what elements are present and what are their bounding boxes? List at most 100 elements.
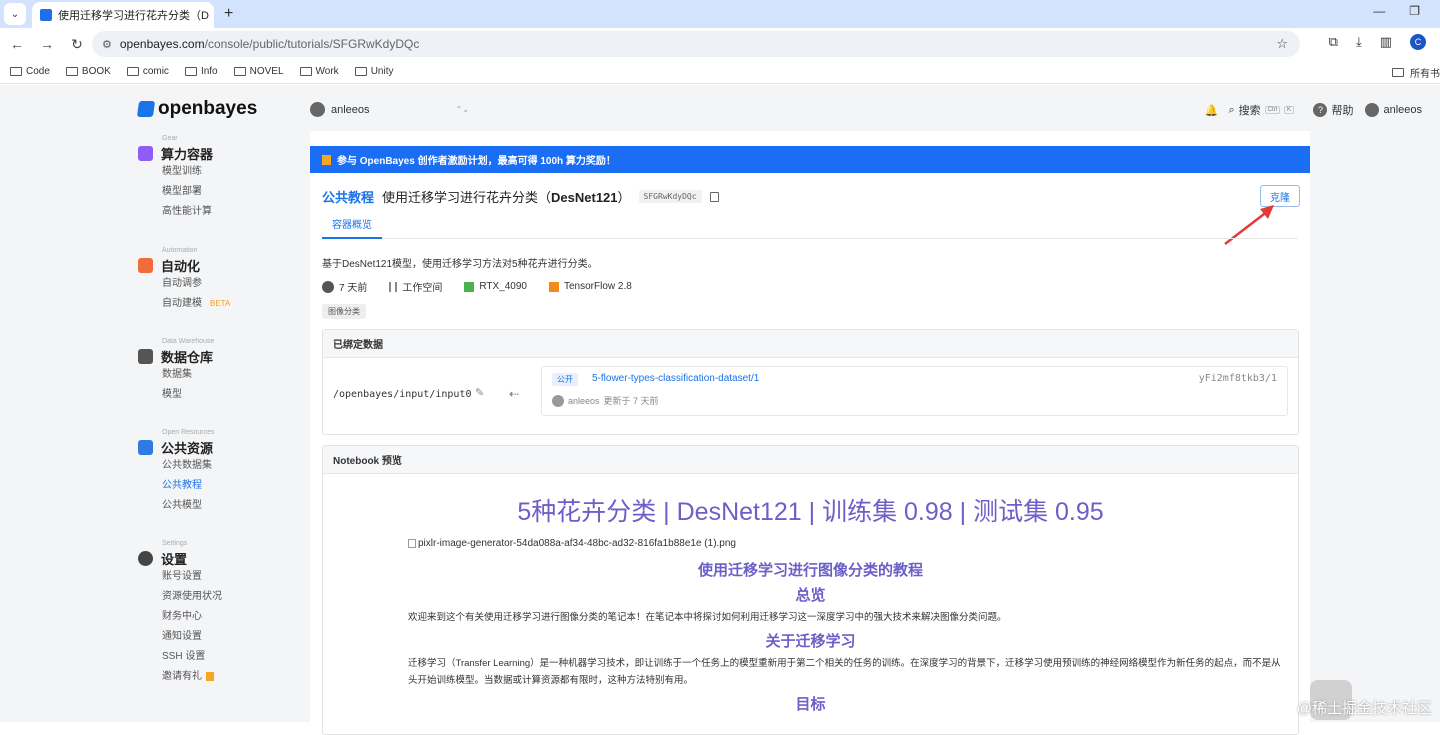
sidebar-item-public-datasets[interactable]: 公共数据集 <box>162 456 215 476</box>
sidebar-heading-automation[interactable]: 自动化 <box>138 256 232 274</box>
bookmark-info[interactable]: Info <box>184 66 218 77</box>
browser-tab[interactable]: 使用迁移学习进行花卉分类（D ✕ <box>32 2 214 28</box>
gear-icon <box>138 550 153 566</box>
bookmark-unity[interactable]: Unity <box>354 66 393 77</box>
notebook-preview-header: Notebook 预览 <box>323 446 1298 474</box>
sidebar: openbayes Gear 算力容器 模型训练 模型部署 高性能计算 Auto… <box>0 85 300 722</box>
sidebar-heading-public[interactable]: 公共资源 <box>138 438 215 456</box>
side-panel-icon[interactable]: ▥ <box>1380 34 1392 50</box>
beta-badge: BETA <box>208 299 233 308</box>
gift-icon <box>206 671 214 681</box>
meta-framework: TensorFlow 2.8 <box>548 281 632 292</box>
bookmark-book[interactable]: BOOK <box>65 66 111 77</box>
account-menu[interactable]: anleeos <box>1365 103 1422 117</box>
dataset-card[interactable]: 公开 5-flower-types-classification-dataset… <box>541 366 1288 416</box>
page-title-row: 公共教程 使用迁移学习进行花卉分类（DesNet121） SFGRwKdyDQc <box>322 187 719 206</box>
sidebar-item-training[interactable]: 模型训练 <box>162 162 213 182</box>
openbayes-logo[interactable]: openbayes <box>136 98 257 120</box>
sidebar-item-models[interactable]: 模型 <box>162 385 214 405</box>
browser-tab-bar: ⌄ 使用迁移学习进行花卉分类（D ✕ + — ❐ <box>0 0 1440 28</box>
tab-overview[interactable]: 容器概览 <box>322 216 382 239</box>
download-icon[interactable]: ⤓ <box>1356 34 1362 50</box>
cube-icon <box>138 145 153 161</box>
header-search-area: 🔔 ⌕ 搜索 Ctrl K <box>1205 102 1294 118</box>
notebook-subheading-about: 关于迁移学习 <box>765 633 856 650</box>
folder-icon <box>184 67 197 76</box>
folder-icon <box>126 67 139 76</box>
dataset-owner: anleeos 更新于 7 天前 <box>552 394 659 407</box>
sidebar-section-public: Open Resources 公共资源 公共数据集 公共教程 公共模型 <box>138 429 215 516</box>
dataset-link[interactable]: 5-flower-types-classification-dataset/1 <box>592 373 759 384</box>
profile-avatar[interactable]: C <box>1410 34 1426 50</box>
sidebar-item-hpc[interactable]: 高性能计算 <box>162 202 213 222</box>
tab-title: 使用迁移学习进行花卉分类（D <box>58 10 209 22</box>
sidebar-item-automl[interactable]: 自动建模 BETA <box>162 294 233 314</box>
forward-button[interactable]: → <box>34 36 60 52</box>
notebook-heading: 使用迁移学习进行图像分类的教程 <box>697 562 923 579</box>
address-bar[interactable]: ⚙ openbayes.com /console/public/tutorial… <box>92 31 1300 57</box>
copy-icon[interactable] <box>709 191 719 202</box>
restore-icon[interactable]: ❐ <box>1409 4 1420 18</box>
broken-image-icon <box>408 539 416 548</box>
breadcrumb-public-tutorials[interactable]: 公共教程 <box>322 187 374 206</box>
search-button[interactable]: ⌕ 搜索 Ctrl K <box>1228 102 1294 118</box>
folder-icon <box>233 67 246 76</box>
bookmark-work[interactable]: Work <box>299 66 339 77</box>
sidebar-item-autotune[interactable]: 自动调参 <box>162 274 232 294</box>
notebook-preview-panel: Notebook 预览 5种花卉分类 | DesNet121 | 训练集 0.9… <box>322 445 1299 735</box>
notebook-paragraph-overview: 欢迎来到这个有关使用迁移学习进行图像分类的笔记本！在笔记本中将探讨如何利用迁移学… <box>408 612 1007 623</box>
reload-button[interactable]: ↻ <box>64 36 90 53</box>
sidebar-item-account[interactable]: 账号设置 <box>162 567 222 587</box>
sidebar-item-ssh[interactable]: SSH 设置 <box>162 647 222 667</box>
help-link[interactable]: ? 帮助 <box>1313 102 1353 118</box>
gift-icon <box>322 154 331 165</box>
bookmark-code[interactable]: Code <box>10 66 50 77</box>
bookmark-star-icon[interactable]: ☆ <box>1276 36 1288 52</box>
category-tag[interactable]: 图像分类 <box>322 304 366 319</box>
sidebar-item-invite[interactable]: 邀请有礼 <box>162 667 222 687</box>
extensions-icon[interactable]: ⧉ <box>1329 34 1338 50</box>
browser-toolbar: ← → ↻ ⚙ openbayes.com /console/public/tu… <box>0 28 1440 60</box>
minimize-icon[interactable]: — <box>1373 4 1385 18</box>
sidebar-item-datasets[interactable]: 数据集 <box>162 365 214 385</box>
sidebar-heading-settings[interactable]: 设置 <box>138 549 222 567</box>
sidebar-item-finance[interactable]: 财务中心 <box>162 607 222 627</box>
user-switcher[interactable]: anleeos ⌃⌄ <box>310 102 469 117</box>
owner-avatar <box>552 394 564 407</box>
help-icon: ? <box>1313 103 1328 117</box>
automation-icon <box>138 257 153 273</box>
sidebar-section-gear: Gear 算力容器 模型训练 模型部署 高性能计算 <box>138 135 213 222</box>
kbd-k: K <box>1283 106 1294 114</box>
back-button[interactable]: ← <box>4 36 30 52</box>
tab-search-button[interactable]: ⌄ <box>4 3 26 25</box>
all-bookmarks[interactable]: 所有书 <box>1392 65 1440 80</box>
sidebar-item-public-tutorials[interactable]: 公共教程 <box>162 476 215 496</box>
dataset-version: yFi2mf8tkb3/1 <box>1198 373 1277 384</box>
binding-row: /openbayes/input/input0 ✎ ⇠ 公开 5-flower-… <box>323 358 1298 428</box>
site-info-icon[interactable]: ⚙ <box>102 38 112 51</box>
sidebar-item-notifications[interactable]: 通知设置 <box>162 627 222 647</box>
mount-path: /openbayes/input/input0 <box>333 389 472 400</box>
bell-icon[interactable]: 🔔 <box>1205 104 1219 117</box>
sidebar-heading-gear[interactable]: 算力容器 <box>138 144 213 162</box>
sidebar-item-public-models[interactable]: 公共模型 <box>162 496 215 516</box>
folder-icon <box>10 67 22 76</box>
bookmark-comic[interactable]: comic <box>126 66 169 77</box>
notebook-paragraph-about: 迁移学习（Transfer Learning）是一种机器学习技术，即让训练于一个… <box>408 658 1281 686</box>
sidebar-item-usage[interactable]: 资源使用状况 <box>162 587 222 607</box>
header-right: ? 帮助 anleeos <box>1313 102 1422 118</box>
tutorial-id-badge: SFGRwKdyDQc <box>638 190 702 203</box>
bookmark-novel[interactable]: NOVEL <box>233 66 284 77</box>
new-tab-button[interactable]: + <box>224 5 233 23</box>
main-content: 参与 OpenBayes 创作者激励计划，最高可得 100h 算力奖励！ 公共教… <box>310 131 1310 735</box>
folder-icon <box>299 67 312 76</box>
sidebar-heading-data[interactable]: 数据仓库 <box>138 347 214 365</box>
database-icon <box>138 348 153 364</box>
promo-banner[interactable]: 参与 OpenBayes 创作者激励计划，最高可得 100h 算力奖励！ <box>310 146 1310 173</box>
tab-bar: 容器概览 <box>322 215 1298 239</box>
app-area: openbayes Gear 算力容器 模型训练 模型部署 高性能计算 Auto… <box>0 85 1440 735</box>
workspace-icon <box>389 281 398 292</box>
public-badge: 公开 <box>552 373 578 386</box>
sidebar-item-deploy[interactable]: 模型部署 <box>162 182 213 202</box>
tutorial-description: 基于DesNet121模型，使用迁移学习方法对5种花卉进行分类。 <box>322 259 598 270</box>
